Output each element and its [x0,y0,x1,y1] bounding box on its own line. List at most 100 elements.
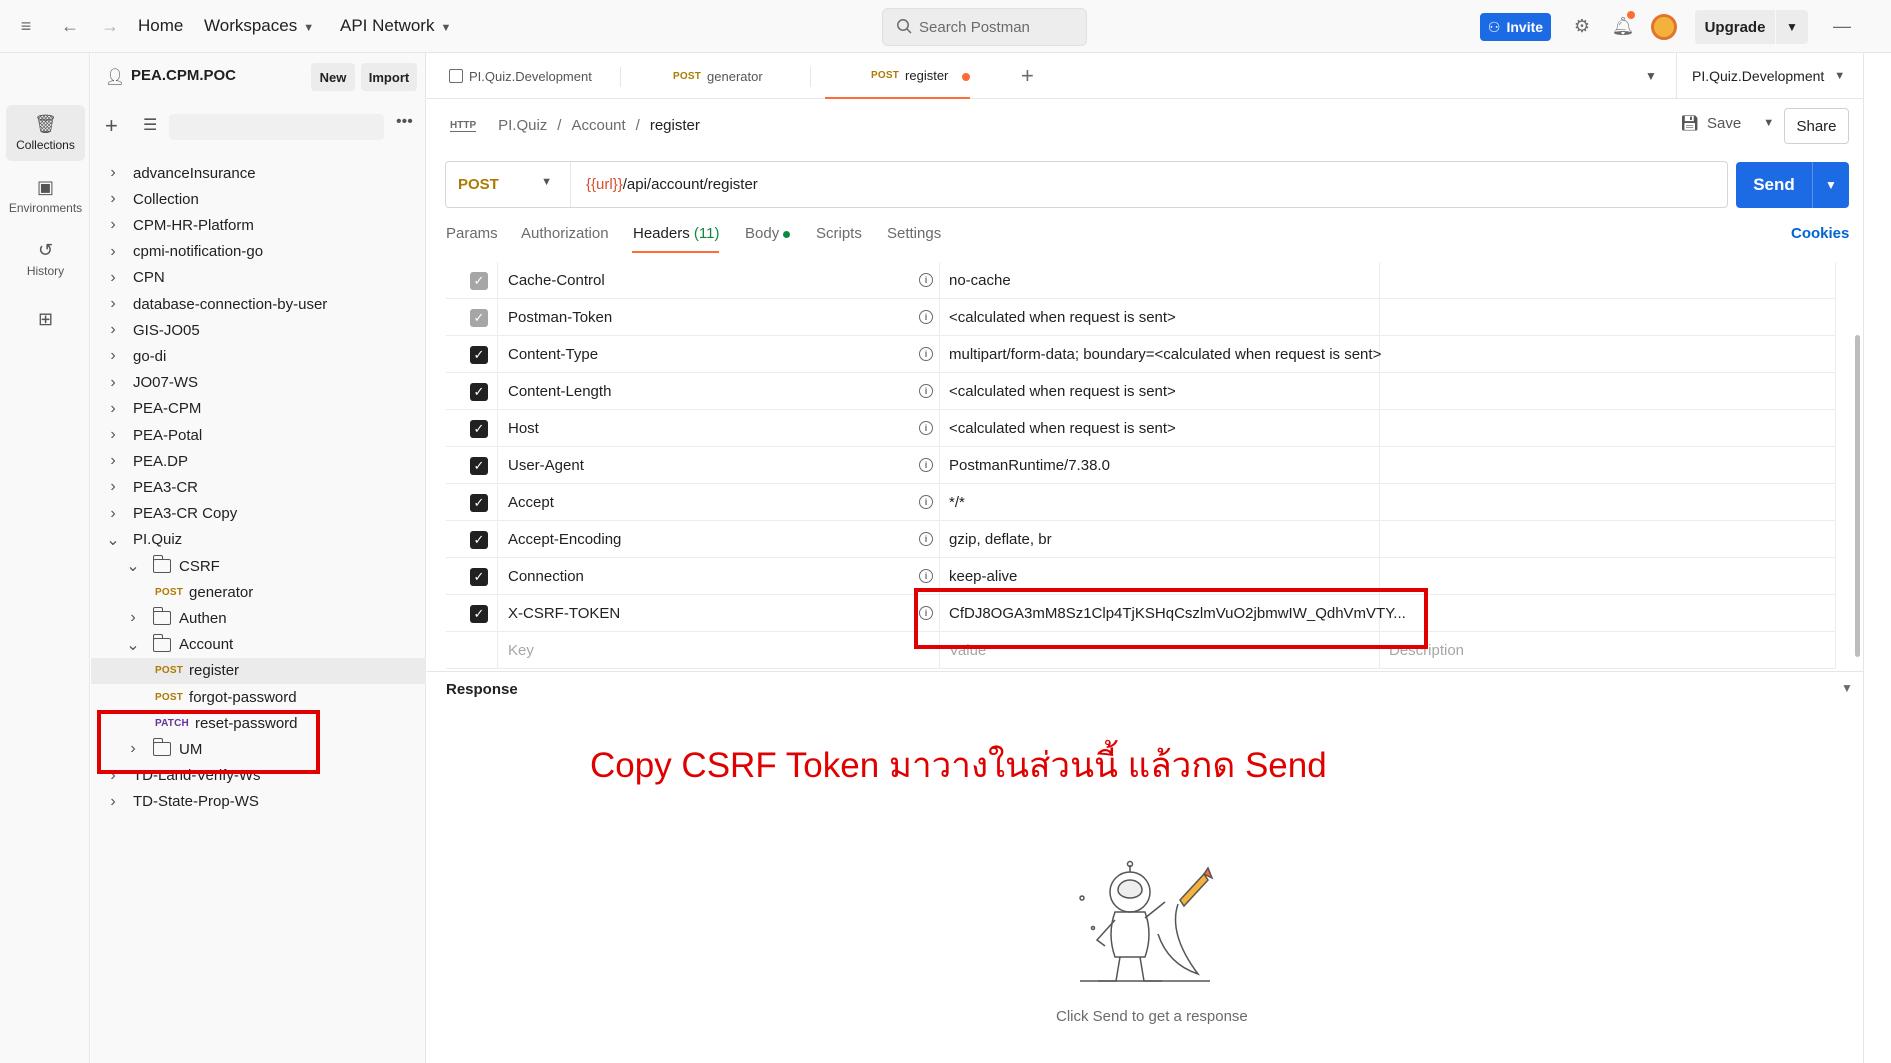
sidebar-request-item[interactable]: POST generator [155,579,253,605]
chevron-right-icon[interactable]: › [105,400,121,418]
sidebar-folder-item[interactable]: ⌄ CSRF [125,553,220,579]
info-icon[interactable]: i [919,569,933,583]
url-input[interactable]: {{url}}/api/account/register [586,176,758,193]
tab-authorization[interactable]: Authorization [521,225,609,242]
header-value[interactable]: <calculated when request is sent> [949,420,1176,437]
info-icon[interactable]: i [919,384,933,398]
save-button[interactable]: 💾︎ Save ▼ [1680,114,1774,133]
header-checkbox[interactable]: ✓ [470,605,488,623]
chevron-down-icon[interactable]: ⌄ [125,556,141,576]
chevron-down-icon[interactable]: ▼ [1763,117,1774,129]
header-checkbox[interactable]: ✓ [470,494,488,512]
chevron-right-icon[interactable]: › [105,793,121,811]
header-key[interactable]: Postman-Token [508,309,612,326]
header-value[interactable]: gzip, deflate, br [949,531,1052,548]
sidebar-collection-item[interactable]: ⌄ PI.Quiz [105,527,182,553]
chevron-right-icon[interactable]: › [105,347,121,365]
sidebar-collection-item[interactable]: › PEA.DP [105,448,188,474]
chevron-right-icon[interactable]: › [105,243,121,261]
header-value[interactable]: */* [949,494,965,511]
header-value[interactable]: keep-alive [949,568,1017,585]
sidebar-collection-item[interactable]: › GIS-JO05 [105,317,199,343]
share-button[interactable]: Share [1784,108,1849,144]
minimize-icon[interactable]: — [1830,14,1854,38]
sidebar-request-item[interactable]: POST forgot-password [155,684,297,710]
header-value[interactable]: multipart/form-data; boundary=<calculate… [949,346,1381,363]
chevron-right-icon[interactable]: › [125,609,141,627]
sidebar-collection-item[interactable]: › CPM-HR-Platform [105,212,254,238]
header-checkbox[interactable]: ✓ [470,568,488,586]
sidebar-collection-item[interactable]: › advanceInsurance [105,160,255,186]
sidebar-collection-item[interactable]: › PEA3-CR Copy [105,501,237,527]
chevron-right-icon[interactable]: › [105,452,121,470]
chevron-right-icon[interactable]: › [105,478,121,496]
chevron-right-icon[interactable]: › [105,321,121,339]
sidebar-collection-item[interactable]: › PEA3-CR [105,474,198,500]
sidebar-collection-item[interactable]: › PEA-Potal [105,422,202,448]
header-key[interactable]: Content-Type [508,346,598,363]
gear-icon[interactable]: ⚙ [1570,14,1594,38]
tab-settings[interactable]: Settings [887,225,941,242]
header-value[interactable]: PostmanRuntime/7.38.0 [949,457,1110,474]
sidebar-collection-item[interactable]: › go-di [105,343,166,369]
chevron-down-icon[interactable]: ▼ [1841,681,1853,695]
import-button[interactable]: Import [361,63,417,91]
new-button[interactable]: New [311,63,355,91]
sidebar-collection-item[interactable]: › JO07-WS [105,370,198,396]
filter-input[interactable] [169,114,384,140]
sidebar-collection-item[interactable]: › cpmi-notification-go [105,239,263,265]
filter-icon[interactable]: ☰ [143,115,157,135]
header-value[interactable]: no-cache [949,272,1011,289]
rail-history[interactable]: ↺ History [6,231,85,287]
chevron-right-icon[interactable]: › [105,426,121,444]
info-icon[interactable]: i [919,347,933,361]
sidebar-collection-item[interactable]: › PEA-CPM [105,396,201,422]
tab-params[interactable]: Params [446,225,498,242]
upgrade-button[interactable]: Upgrade [1695,10,1775,44]
header-checkbox[interactable]: ✓ [470,457,488,475]
rail-more[interactable]: ⊞ [6,299,85,339]
tab-generator[interactable]: POST generator [673,53,763,99]
info-icon[interactable]: i [919,532,933,546]
chevron-down-icon[interactable]: ⌄ [125,635,141,655]
chevron-right-icon[interactable]: › [105,216,121,234]
method-select[interactable]: POST ▼ [446,162,571,207]
sidebar-collection-item[interactable]: › TD-State-Prop-WS [105,789,259,815]
cookies-link[interactable]: Cookies [1791,225,1849,242]
invite-button[interactable]: ⚇ Invite [1480,13,1551,41]
info-icon[interactable]: i [919,273,933,287]
info-icon[interactable]: i [919,495,933,509]
header-checkbox[interactable]: ✓ [470,420,488,438]
info-icon[interactable]: i [919,421,933,435]
header-value[interactable]: <calculated when request is sent> [949,309,1176,326]
search-input[interactable]: Search Postman [882,8,1087,46]
header-checkbox[interactable]: ✓ [470,383,488,401]
header-key[interactable]: Host [508,420,539,437]
chevron-down-icon[interactable]: ⌄ [105,530,121,550]
header-checkbox[interactable]: ✓ [470,531,488,549]
header-checkbox[interactable]: ✓ [470,346,488,364]
sidebar-collection-item[interactable]: › Collection [105,186,199,212]
chevron-right-icon[interactable]: › [105,269,121,287]
rail-environments[interactable]: ▣ Environments [6,168,85,224]
breadcrumb-collection[interactable]: PI.Quiz [498,117,547,134]
info-icon[interactable]: i [919,310,933,324]
tab-headers[interactable]: Headers (11) [633,225,719,242]
tab-register[interactable]: POST register [825,53,970,99]
tab-body[interactable]: Body [745,225,791,242]
scrollbar[interactable] [1855,335,1860,657]
rail-collections[interactable]: 🗑︎ Collections [6,105,85,161]
header-key[interactable]: Connection [508,568,584,585]
forward-arrow-icon[interactable]: → [98,14,122,38]
home-link[interactable]: Home [138,16,183,36]
sidebar-folder-item[interactable]: ⌄ Account [125,632,233,658]
breadcrumb-request[interactable]: register [650,117,700,134]
chevron-right-icon[interactable]: › [105,374,121,392]
sidebar-request-item[interactable]: POST register [91,657,426,684]
avatar[interactable] [1651,14,1677,40]
header-key[interactable]: Cache-Control [508,272,605,289]
header-key[interactable]: Accept-Encoding [508,531,621,548]
breadcrumb-folder[interactable]: Account [571,117,625,134]
add-icon[interactable]: + [105,113,118,139]
chevron-right-icon[interactable]: › [105,505,121,523]
